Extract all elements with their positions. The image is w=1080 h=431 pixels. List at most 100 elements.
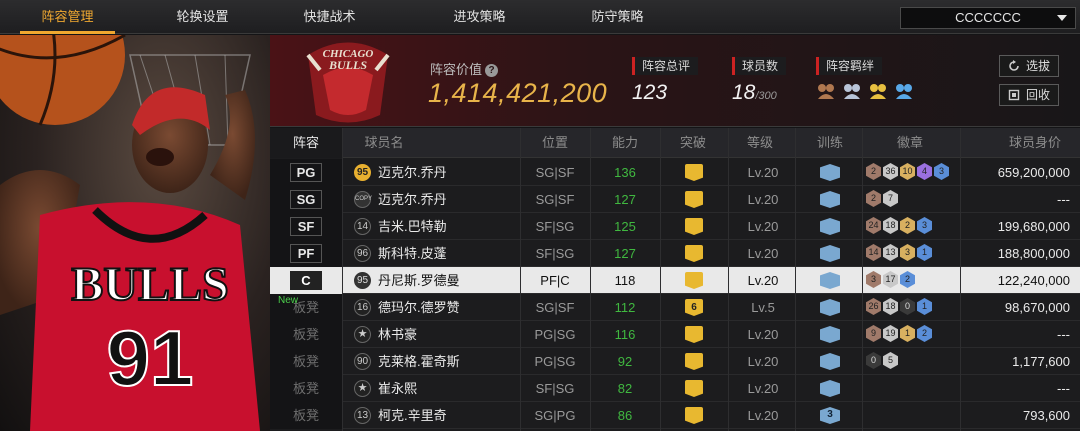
help-icon[interactable]: ? bbox=[485, 64, 499, 77]
table-row[interactable]: C 95 丹尼斯.罗德曼 PF|C 118 Lv.20 3 17 2 122,240,000 bbox=[270, 267, 1080, 294]
col-lineup[interactable]: 阵容 bbox=[270, 128, 342, 158]
column-divider bbox=[795, 128, 796, 431]
scout-button[interactable]: 选拔 bbox=[999, 55, 1059, 77]
tab-rotation[interactable]: 轮换设置 bbox=[135, 0, 270, 34]
training-shield-icon[interactable] bbox=[820, 353, 840, 370]
training-shield-icon[interactable] bbox=[820, 164, 840, 181]
slot-cell[interactable]: SF bbox=[270, 213, 342, 240]
player-value: 659,200,000 bbox=[997, 165, 1070, 180]
table-row[interactable]: 板凳 ★ 林书豪 PG|SG 116 Lv.20 9 19 1 2 --- bbox=[270, 321, 1080, 348]
training-shield-icon[interactable] bbox=[820, 218, 840, 235]
col-name[interactable]: 球员名 bbox=[354, 128, 414, 158]
player-name[interactable]: 丹尼斯.罗德曼 bbox=[378, 267, 460, 294]
slot-cell[interactable]: PF bbox=[270, 240, 342, 267]
slot-cell[interactable]: 板凳 bbox=[270, 348, 342, 375]
badge-blue-icon: 1 bbox=[917, 298, 932, 315]
training-shield-icon[interactable] bbox=[820, 326, 840, 343]
slot-cell[interactable]: New 板凳 bbox=[270, 294, 342, 321]
badge-bronze-icon: 24 bbox=[866, 217, 881, 234]
column-divider bbox=[520, 128, 521, 431]
tab-defense[interactable]: 防守策略 bbox=[550, 0, 685, 34]
col-training[interactable]: 训练 bbox=[800, 128, 860, 158]
breakthrough-crown-icon[interactable] bbox=[685, 380, 703, 397]
player-position: SG|PG bbox=[534, 408, 576, 423]
jersey-number-badge: COPY bbox=[354, 191, 372, 208]
col-level[interactable]: 等级 bbox=[730, 128, 790, 158]
bond-silver-icon[interactable] bbox=[842, 81, 862, 101]
training-shield-icon[interactable] bbox=[820, 245, 840, 262]
badge-bronze-icon: 2 bbox=[866, 190, 881, 207]
badge-group[interactable]: 27 bbox=[866, 190, 898, 207]
player-name[interactable]: 崔永熙 bbox=[378, 375, 417, 402]
bond-bronze-icon[interactable] bbox=[816, 81, 836, 101]
tab-offense[interactable]: 进攻策略 bbox=[412, 0, 547, 34]
recycle-button[interactable]: 回收 bbox=[999, 84, 1059, 106]
slot-cell[interactable]: C bbox=[270, 267, 342, 294]
badge-gold-icon: 3 bbox=[900, 244, 915, 261]
player-value: 188,800,000 bbox=[997, 246, 1070, 261]
player-name[interactable]: 斯科特.皮蓬 bbox=[378, 240, 447, 267]
badge-group[interactable]: 05 bbox=[866, 352, 898, 369]
player-value: --- bbox=[1057, 192, 1070, 207]
badge-group[interactable]: 14 13 3 1 bbox=[866, 244, 932, 261]
table-row[interactable]: 板凳 13 柯克.辛里奇 SG|PG 86 Lv.20 3 793,600 bbox=[270, 402, 1080, 429]
col-ability[interactable]: 能力 bbox=[595, 128, 655, 158]
badge-silver-icon: 19 bbox=[883, 325, 898, 342]
table-row[interactable]: SF 14 吉米.巴特勒 SF|SG 125 Lv.20 24 18 2 3 199,680,000 bbox=[270, 213, 1080, 240]
player-name[interactable]: 克莱格.霍奇斯 bbox=[378, 348, 460, 375]
player-name[interactable]: 德玛尔.德罗赞 bbox=[378, 294, 460, 321]
training-shield-icon[interactable] bbox=[820, 380, 840, 397]
breakthrough-crown-icon[interactable] bbox=[685, 191, 703, 208]
player-ability: 118 bbox=[614, 273, 636, 288]
badge-group[interactable]: 26 18 0 1 bbox=[866, 298, 932, 315]
training-shield-icon[interactable] bbox=[820, 272, 840, 289]
training-shield-icon[interactable] bbox=[820, 191, 840, 208]
breakthrough-crown-icon[interactable] bbox=[685, 218, 703, 235]
training-shield-icon[interactable] bbox=[820, 299, 840, 316]
badge-group[interactable]: 9 19 1 2 bbox=[866, 325, 932, 342]
player-name[interactable]: 林书豪 bbox=[378, 321, 417, 348]
player-name[interactable]: 迈克尔.乔丹 bbox=[378, 159, 447, 186]
jersey-number-badge: 13 bbox=[354, 407, 371, 424]
slot-cell[interactable]: PG bbox=[270, 159, 342, 186]
team-select[interactable]: CCCCCCC bbox=[900, 7, 1076, 29]
training-shield-icon[interactable]: 3 bbox=[820, 407, 840, 424]
slot-cell[interactable]: 板凳 bbox=[270, 402, 342, 429]
table-row[interactable]: PG 95 迈克尔.乔丹 SG|SF 136 Lv.20 2 36 10 4 3 659,200,00… bbox=[270, 159, 1080, 186]
breakthrough-crown-icon[interactable] bbox=[685, 164, 703, 181]
col-position[interactable]: 位置 bbox=[525, 128, 585, 158]
badge-group[interactable]: 2 36 10 4 3 bbox=[866, 163, 949, 180]
tab-quick-tactics[interactable]: 快捷战术 bbox=[262, 0, 397, 34]
slot-cell[interactable]: 板凳 bbox=[270, 321, 342, 348]
col-breakthrough[interactable]: 突破 bbox=[663, 128, 723, 158]
player-name[interactable]: 吉米.巴特勒 bbox=[378, 213, 447, 240]
table-row[interactable]: New 板凳 16 德玛尔.德罗赞 SG|SF 112 6 Lv.5 26 18 0 1 98,670,… bbox=[270, 294, 1080, 321]
breakthrough-crown-icon[interactable] bbox=[685, 353, 703, 370]
badge-silver-icon: 17 bbox=[883, 271, 898, 288]
tab-lineup[interactable]: 阵容管理 bbox=[0, 0, 135, 34]
player-position: SF|SG bbox=[535, 381, 575, 396]
table-row[interactable]: PF 96 斯科特.皮蓬 SF|SG 127 Lv.20 14 13 3 1 188,800,000 bbox=[270, 240, 1080, 267]
col-badges[interactable]: 徽章 bbox=[880, 128, 940, 158]
badge-group[interactable]: 24 18 2 3 bbox=[866, 217, 932, 234]
breakthrough-crown-icon[interactable] bbox=[685, 272, 703, 289]
slot-cell[interactable]: 板凳 bbox=[270, 375, 342, 402]
slot-cell[interactable]: SG bbox=[270, 186, 342, 213]
bonds-label: 阵容羁绊 bbox=[816, 57, 883, 75]
col-value[interactable]: 球员身价 bbox=[995, 128, 1075, 158]
player-level: Lv.20 bbox=[747, 408, 779, 423]
table-row[interactable]: SG COPY 迈克尔.乔丹 SG|SF 127 Lv.20 2 7 --- bbox=[270, 186, 1080, 213]
breakthrough-crown-icon[interactable] bbox=[685, 245, 703, 262]
bond-blue-icon[interactable] bbox=[894, 81, 914, 101]
player-name[interactable]: 迈克尔.乔丹 bbox=[378, 186, 447, 213]
player-name[interactable]: 柯克.辛里奇 bbox=[378, 402, 447, 429]
table-row[interactable]: 板凳 90 克莱格.霍奇斯 PG|SG 92 Lv.20 0 5 1,177,600 bbox=[270, 348, 1080, 375]
breakthrough-crown-icon[interactable] bbox=[685, 326, 703, 343]
breakthrough-crown-icon[interactable] bbox=[685, 407, 703, 424]
bond-gold-icon[interactable] bbox=[868, 81, 888, 101]
breakthrough-crown-icon[interactable]: 6 bbox=[685, 299, 703, 316]
slot-bench: 板凳 bbox=[292, 354, 319, 369]
table-row[interactable]: 板凳 ★ 崔永熙 SF|SG 82 Lv.20 --- bbox=[270, 375, 1080, 402]
badge-group[interactable]: 3 17 2 bbox=[866, 271, 915, 288]
scout-button-label: 选拔 bbox=[1025, 59, 1050, 73]
